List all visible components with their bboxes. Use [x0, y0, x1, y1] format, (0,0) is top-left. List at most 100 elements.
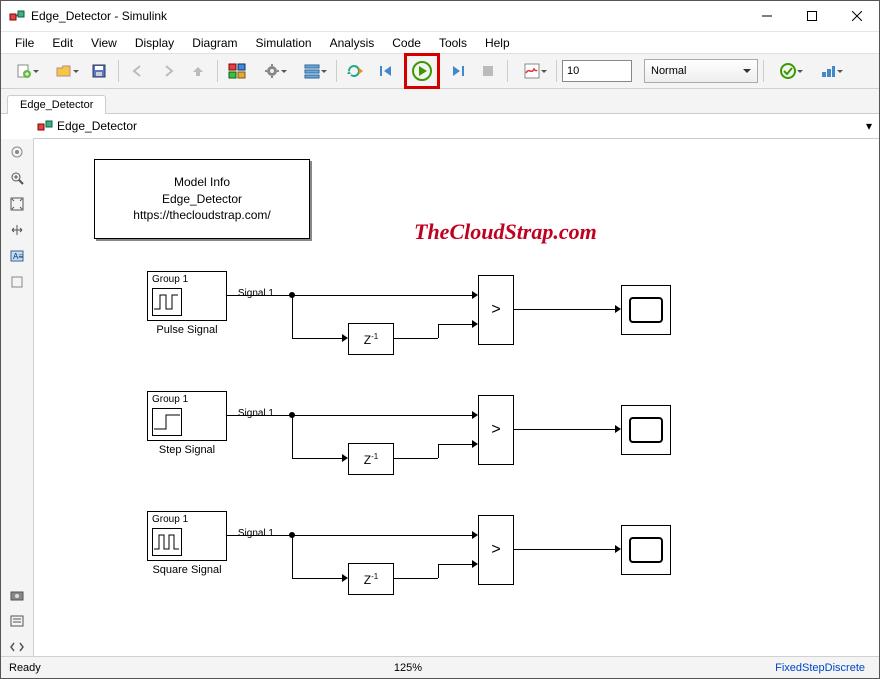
menu-diagram[interactable]: Diagram — [184, 34, 245, 52]
scope-screen-icon — [629, 297, 663, 323]
model-advisor-button[interactable] — [769, 57, 807, 85]
menu-code[interactable]: Code — [384, 34, 429, 52]
minimize-icon — [762, 11, 772, 21]
fast-restart-button[interactable] — [342, 57, 370, 85]
simulink-window: Edge_Detector - Simulink File Edit View … — [0, 0, 880, 679]
save-icon — [91, 63, 107, 79]
signal-builder-block[interactable]: Group 1 Signal 1 Step Signal — [147, 391, 227, 441]
menu-edit[interactable]: Edit — [44, 34, 81, 52]
menu-simulation[interactable]: Simulation — [248, 34, 320, 52]
delay-label: Z-1 — [364, 572, 378, 587]
stop-time-input[interactable]: 10 — [562, 60, 632, 82]
menu-display[interactable]: Display — [127, 34, 182, 52]
model-explorer-button[interactable] — [293, 57, 331, 85]
diagram-canvas[interactable]: Model Info Edge_Detector https://theclou… — [34, 139, 879, 656]
toolbar-separator — [217, 60, 218, 82]
fit-view-icon — [10, 197, 24, 211]
wire — [438, 564, 472, 565]
minimize-button[interactable] — [744, 1, 789, 31]
scope-block[interactable] — [621, 405, 671, 455]
signal-wave-icon — [152, 408, 182, 436]
delay-label: Z-1 — [364, 332, 378, 347]
maximize-button[interactable] — [789, 1, 834, 31]
save-button[interactable] — [85, 57, 113, 85]
step-back-icon — [378, 63, 394, 79]
annotation-button[interactable]: A≡ — [8, 247, 26, 265]
menu-view[interactable]: View — [83, 34, 125, 52]
menu-help[interactable]: Help — [477, 34, 518, 52]
signal-wave-icon — [152, 288, 182, 316]
compare-symbol: > — [491, 421, 500, 439]
signal-block-label: Pulse Signal — [148, 324, 226, 336]
model-info-block[interactable]: Model Info Edge_Detector https://theclou… — [94, 159, 310, 239]
step-forward-button[interactable] — [444, 57, 472, 85]
breadcrumb-model[interactable]: Edge_Detector — [57, 119, 859, 133]
hide-browser-button[interactable] — [8, 143, 26, 161]
wire — [513, 309, 615, 310]
back-button[interactable] — [124, 57, 152, 85]
wire — [393, 338, 438, 339]
tab-bar: Edge_Detector — [1, 89, 879, 114]
annotation-icon: A≡ — [10, 249, 24, 263]
open-button[interactable] — [45, 57, 83, 85]
library-browser-icon — [228, 63, 246, 79]
forward-button[interactable] — [154, 57, 182, 85]
model-config-button[interactable] — [253, 57, 291, 85]
new-file-icon — [16, 63, 32, 79]
signal-builder-block[interactable]: Group 1 Signal 1 Pulse Signal — [147, 271, 227, 321]
scope-block[interactable] — [621, 285, 671, 335]
relational-operator-block[interactable]: > — [478, 395, 514, 465]
build-button[interactable] — [809, 57, 847, 85]
unit-delay-block[interactable]: Z-1 — [348, 443, 394, 475]
deploy-icon — [820, 63, 836, 79]
menu-tools[interactable]: Tools — [431, 34, 475, 52]
window-title: Edge_Detector - Simulink — [31, 9, 744, 23]
zoom-button[interactable] — [8, 169, 26, 187]
model-tab[interactable]: Edge_Detector — [7, 95, 106, 114]
simulink-app-icon — [9, 8, 25, 24]
menu-file[interactable]: File — [7, 34, 42, 52]
zoom-icon — [10, 171, 24, 185]
area-button[interactable] — [8, 273, 26, 291]
up-button[interactable] — [184, 57, 212, 85]
new-model-button[interactable] — [5, 57, 43, 85]
simulation-mode-select[interactable]: Normal — [644, 59, 758, 83]
unit-delay-block[interactable]: Z-1 — [348, 323, 394, 355]
close-button[interactable] — [834, 1, 879, 31]
show-all-button[interactable] — [8, 638, 26, 656]
toolbar-separator — [763, 60, 764, 82]
open-folder-icon — [56, 63, 72, 79]
legend-button[interactable] — [8, 612, 26, 630]
signal-builder-block[interactable]: Group 1 Signal 1 Square Signal — [147, 511, 227, 561]
wire — [513, 429, 615, 430]
scope-block[interactable] — [621, 525, 671, 575]
wire — [292, 535, 293, 578]
breadcrumb-dropdown[interactable]: ▾ — [859, 119, 879, 133]
menu-analysis[interactable]: Analysis — [322, 34, 383, 52]
unit-delay-block[interactable]: Z-1 — [348, 563, 394, 595]
status-zoom[interactable]: 125% — [348, 662, 468, 674]
model-explorer-icon — [304, 63, 320, 79]
relational-operator-block[interactable]: > — [478, 515, 514, 585]
fit-view-button[interactable] — [8, 195, 26, 213]
wire — [292, 415, 293, 458]
stop-button[interactable] — [474, 57, 502, 85]
wire — [292, 578, 342, 579]
toolbar-separator — [118, 60, 119, 82]
signal-group-label: Group 1 — [152, 394, 188, 405]
status-solver[interactable]: FixedStepDiscrete — [775, 662, 865, 674]
screenshot-button[interactable] — [8, 586, 26, 604]
library-browser-button[interactable] — [223, 57, 251, 85]
wire — [292, 458, 342, 459]
menubar: File Edit View Display Diagram Simulatio… — [1, 32, 879, 53]
data-inspector-button[interactable] — [513, 57, 551, 85]
relational-operator-block[interactable]: > — [478, 275, 514, 345]
wire — [393, 458, 438, 459]
step-back-button[interactable] — [372, 57, 400, 85]
restore-zoom-button[interactable] — [8, 221, 26, 239]
toolbar-separator — [507, 60, 508, 82]
scope-screen-icon — [629, 417, 663, 443]
wire — [513, 549, 615, 550]
run-button[interactable] — [409, 58, 435, 84]
compare-symbol: > — [491, 301, 500, 319]
